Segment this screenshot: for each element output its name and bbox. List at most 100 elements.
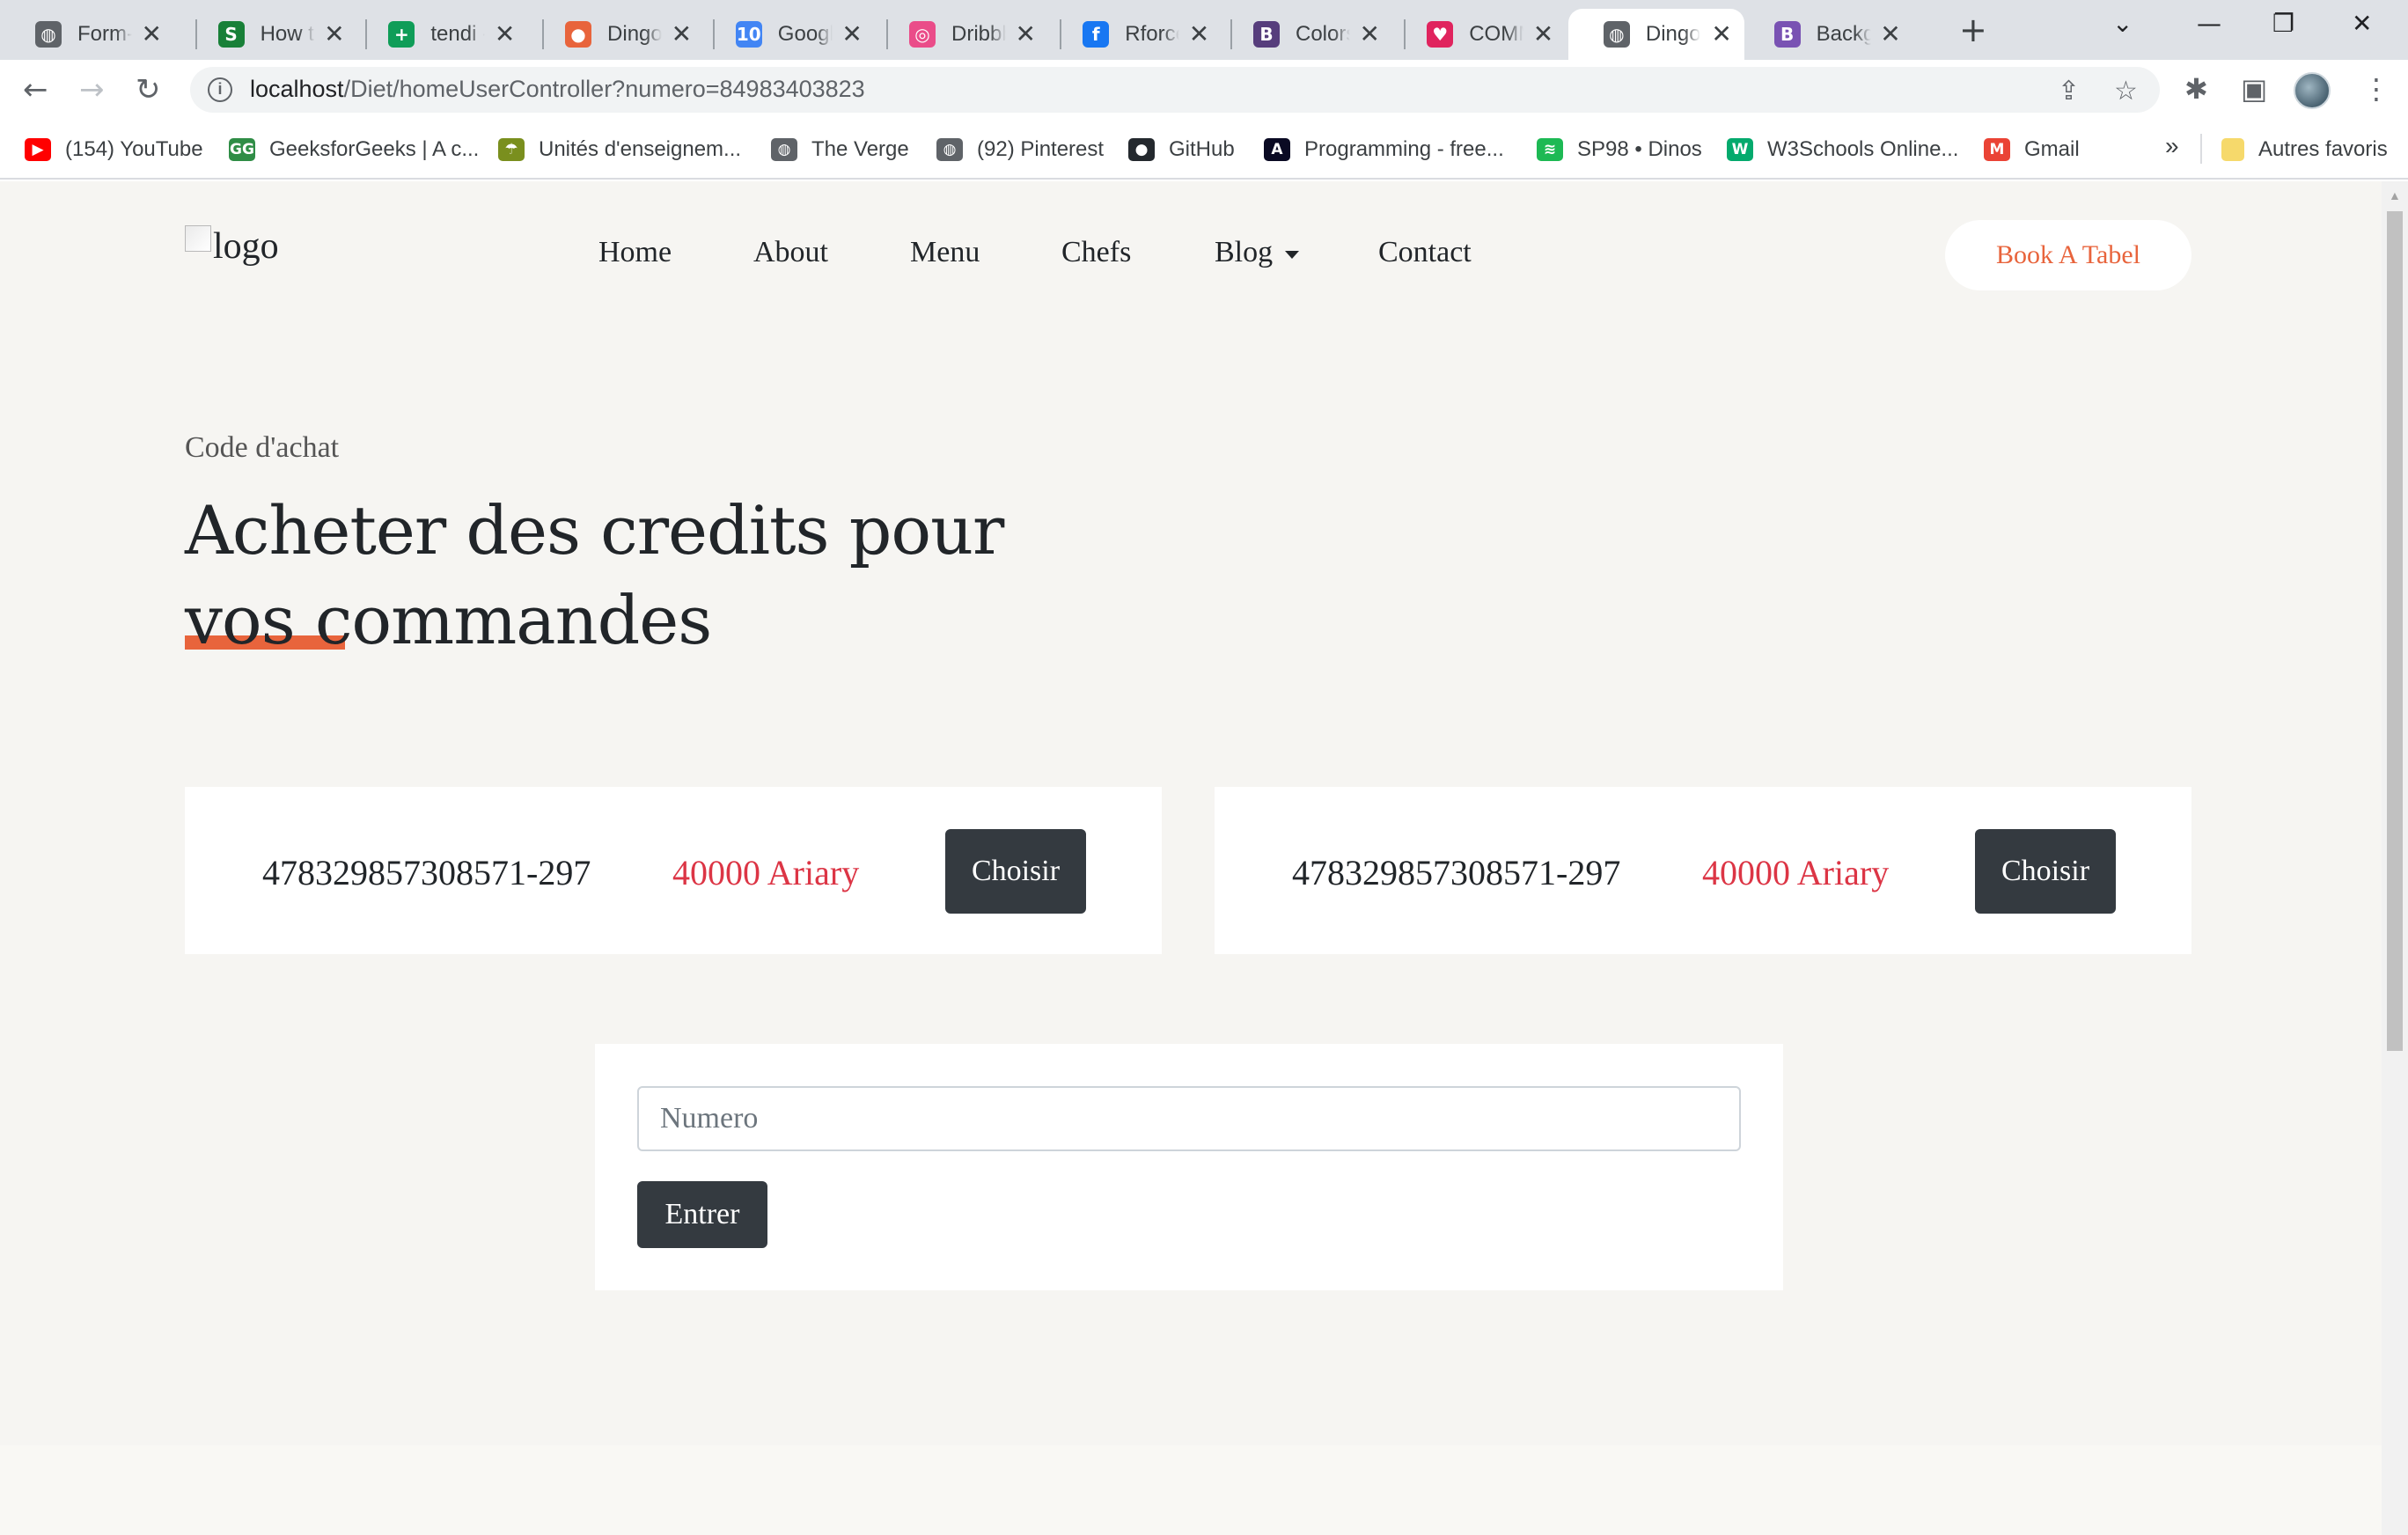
forward-button[interactable]: → xyxy=(79,74,105,106)
reload-button[interactable]: ↻ xyxy=(136,74,161,106)
tab-close-icon[interactable]: ✕ xyxy=(142,19,162,49)
restore-button[interactable]: ❐ xyxy=(2272,9,2294,38)
bookmark-item[interactable]: ☂ Unités d'enseignem... xyxy=(498,134,741,165)
browser-tab[interactable]: B Backgr ✕ xyxy=(1739,9,1913,60)
nav-about[interactable]: About xyxy=(753,236,828,269)
tab-close-icon[interactable]: ✕ xyxy=(672,19,692,49)
bookmark-star-icon[interactable]: ☆ xyxy=(2114,76,2138,106)
github-icon: ● xyxy=(1128,138,1155,161)
tab-title: How to xyxy=(260,22,315,46)
tab-close-icon[interactable]: ✕ xyxy=(1711,19,1731,49)
bookmark-item[interactable]: M Gmail xyxy=(1984,134,2080,165)
bookmark-label: GitHub xyxy=(1169,137,1235,161)
bootstrap-icon: B xyxy=(1253,21,1280,48)
scroll-up-arrow-icon[interactable]: ▲ xyxy=(2389,188,2401,202)
bookmark-item[interactable]: ≋ SP98 • Dinos xyxy=(1537,134,1702,165)
browser-tab[interactable]: B Colors ✕ xyxy=(1218,9,1392,60)
bookmark-item[interactable]: ● GitHub xyxy=(1128,134,1235,165)
browser-tab[interactable]: + tendi - ✕ xyxy=(353,9,527,60)
choose-button[interactable]: Choisir xyxy=(1975,829,2116,914)
share-icon[interactable]: ⇪ xyxy=(2058,76,2080,106)
tab-close-icon[interactable]: ✕ xyxy=(1533,19,1553,49)
close-window-button[interactable]: ✕ xyxy=(2352,9,2372,38)
bookmarks-overflow-button[interactable]: » xyxy=(2165,132,2179,160)
bookmark-item[interactable]: ◍ (92) Pinterest xyxy=(936,134,1104,165)
tab-close-icon[interactable]: ✕ xyxy=(1360,19,1380,49)
heading-line-1: Acheter des credits pour xyxy=(185,491,1004,569)
url-text[interactable]: localhost/Diet/homeUserController?numero… xyxy=(250,76,865,103)
tab-close-icon[interactable]: ✕ xyxy=(1189,19,1209,49)
url-host: localhost xyxy=(250,76,344,102)
choose-button[interactable]: Choisir xyxy=(945,829,1086,914)
bootstrap-icon: B xyxy=(1773,21,1801,48)
umbrella-icon: ☂ xyxy=(498,138,525,161)
url-path: /Diet/homeUserController?numero=84983403… xyxy=(343,76,865,102)
other-bookmarks-folder[interactable]: Autres favoris xyxy=(2221,134,2388,165)
nav-contact[interactable]: Contact xyxy=(1378,236,1472,269)
side-panel-icon[interactable]: ▣ xyxy=(2241,72,2267,106)
bookmark-item[interactable]: ▶ (154) YouTube xyxy=(25,134,203,165)
extensions-icon[interactable]: ✱ xyxy=(2184,72,2208,106)
bookmark-item[interactable]: ◍ The Verge xyxy=(771,134,909,165)
w3schools-icon: W xyxy=(1727,138,1753,161)
back-button[interactable]: ← xyxy=(23,74,48,106)
offer-price: 40000 Ariary xyxy=(672,853,860,892)
youtube-icon: ▶ xyxy=(25,138,51,161)
nav-menu[interactable]: Menu xyxy=(910,236,980,269)
nav-home[interactable]: Home xyxy=(598,236,672,269)
browser-tab[interactable]: ◍ Form-U ✕ xyxy=(0,9,174,60)
tab-title: Dingo xyxy=(607,22,663,46)
browser-tab[interactable]: ● Dingo ✕ xyxy=(530,9,704,60)
bookmarks-divider xyxy=(2200,134,2202,164)
tab-search-chevron-icon[interactable]: ⌄ xyxy=(2112,9,2133,38)
spotify-icon: ≋ xyxy=(1537,138,1563,161)
bookmarks-bar: ▶ (154) YouTube GG GeeksforGeeks | A c... ☂ U… xyxy=(0,120,2408,180)
book-table-button[interactable]: Book A Tabel xyxy=(1945,220,2191,290)
calendar-icon: 10 xyxy=(735,21,762,48)
mushroom-icon: ● xyxy=(565,21,592,48)
profile-avatar[interactable] xyxy=(2294,72,2331,109)
bookmark-label: Programming - free... xyxy=(1304,137,1504,161)
tab-title: Rforce xyxy=(1125,22,1179,46)
bookmark-label: W3Schools Online... xyxy=(1767,137,1959,161)
browser-menu-icon[interactable]: ⋮ xyxy=(2362,72,2390,106)
tab-close-icon[interactable]: ✕ xyxy=(841,19,862,49)
browser-tab[interactable]: f Rforce ✕ xyxy=(1047,9,1222,60)
new-tab-button[interactable]: + xyxy=(1959,11,1987,49)
tab-title: Colors xyxy=(1296,22,1350,46)
globe-icon: ◍ xyxy=(35,21,62,48)
nav-chefs[interactable]: Chefs xyxy=(1061,236,1131,269)
browser-tab[interactable]: ◎ Dribbb ✕ xyxy=(874,9,1048,60)
tab-close-icon[interactable]: ✕ xyxy=(1016,19,1036,49)
bookmark-label: Unités d'enseignem... xyxy=(539,137,742,161)
browser-tab[interactable]: ♥ COMM ✕ xyxy=(1391,9,1566,60)
minimize-button[interactable]: — xyxy=(2197,9,2221,38)
site-logo[interactable]: logo xyxy=(185,225,279,268)
offer-code: 478329857308571-297 xyxy=(1292,853,1621,892)
tab-close-icon[interactable]: ✕ xyxy=(1880,19,1900,49)
freecodecamp-icon: A xyxy=(1264,138,1290,161)
numero-form: Numero Entrer xyxy=(595,1044,1783,1290)
tab-strip: ◍ Form-U ✕ S How to ✕ + tendi - ✕ ● Dingo ✕ 10 Google… xyxy=(0,0,2408,60)
bookmark-item[interactable]: W W3Schools Online... xyxy=(1727,134,1958,165)
page-scrollbar[interactable]: ▲ xyxy=(2382,181,2408,1535)
bookmark-item[interactable]: A Programming - free... xyxy=(1264,134,1504,165)
numero-input[interactable]: Numero xyxy=(637,1086,1741,1151)
nav-blog-label: Blog xyxy=(1215,236,1274,268)
tab-close-icon[interactable]: ✕ xyxy=(495,19,515,49)
tab-close-icon[interactable]: ✕ xyxy=(324,19,344,49)
address-bar[interactable]: i localhost/Diet/homeUserController?nume… xyxy=(190,67,2160,113)
browser-tab[interactable]: 10 Google ✕ xyxy=(701,9,875,60)
bookmark-label: Gmail xyxy=(2024,137,2080,161)
site-info-icon[interactable]: i xyxy=(208,77,232,102)
tab-title: Backgr xyxy=(1816,22,1871,46)
browser-tab[interactable]: ◍ Dingo ✕ xyxy=(1567,9,1744,60)
section-eyebrow: Code d'achat xyxy=(185,431,340,464)
geeksforgeeks-icon: GG xyxy=(229,138,255,161)
submit-button[interactable]: Entrer xyxy=(637,1181,767,1248)
browser-tab[interactable]: S How to ✕ xyxy=(183,9,357,60)
bookmark-item[interactable]: GG GeeksforGeeks | A c... xyxy=(229,134,479,165)
scrollbar-thumb[interactable] xyxy=(2387,211,2403,1051)
tab-title: tendi - xyxy=(430,22,486,46)
nav-blog[interactable]: Blog xyxy=(1215,236,1300,269)
